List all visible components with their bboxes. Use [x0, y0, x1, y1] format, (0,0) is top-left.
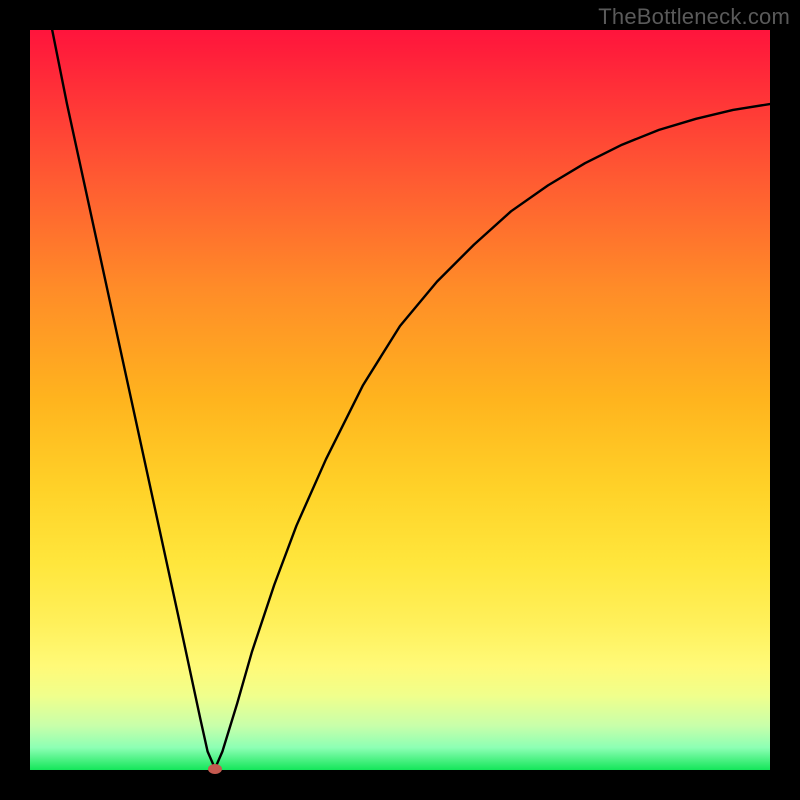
watermark-text: TheBottleneck.com	[598, 4, 790, 30]
plot-area	[30, 30, 770, 770]
minimum-marker	[208, 764, 222, 774]
curve-layer	[30, 30, 770, 770]
bottleneck-curve	[52, 30, 770, 769]
chart-frame: TheBottleneck.com	[0, 0, 800, 800]
